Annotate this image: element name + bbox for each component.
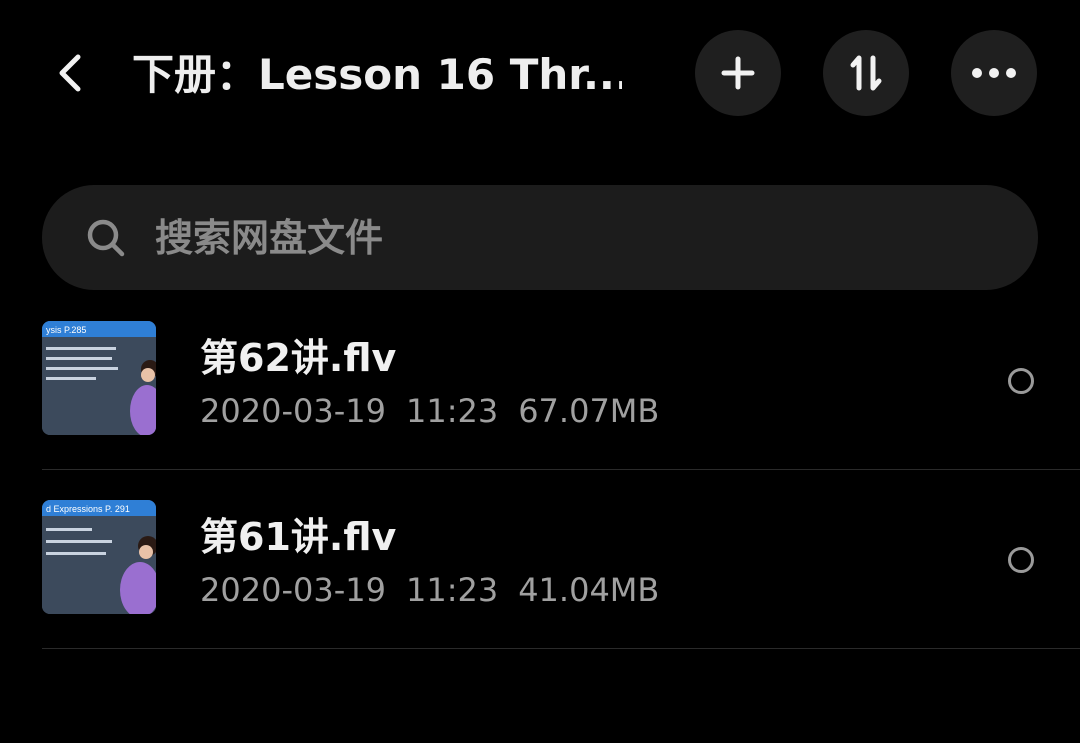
file-size: 67.07MB xyxy=(518,392,660,430)
thumb-caption: d Expressions P. 291 xyxy=(46,504,130,514)
add-button[interactable] xyxy=(695,30,781,116)
file-date: 2020-03-19 xyxy=(200,392,386,430)
file-time: 11:23 xyxy=(405,392,499,430)
file-row[interactable]: d Expressions P. 291 第61讲.flv 2020-03-19… xyxy=(0,479,1080,649)
app-header: 下册：Lesson 16 Thr... xyxy=(0,0,1080,150)
search-icon xyxy=(87,219,125,257)
chevron-left-icon xyxy=(59,54,81,92)
divider xyxy=(42,648,1080,649)
file-row[interactable]: ysis P.285 第62讲.flv 2020-03-19 11:23 67.07… xyxy=(0,300,1080,470)
sort-icon xyxy=(850,55,882,91)
file-meta: 2020-03-19 11:23 67.07MB xyxy=(200,391,679,431)
file-meta: 2020-03-19 11:23 41.04MB xyxy=(200,570,679,610)
select-radio[interactable] xyxy=(1008,547,1034,573)
video-thumbnail: ysis P.285 xyxy=(42,321,156,435)
sort-button[interactable] xyxy=(823,30,909,116)
file-name: 第61讲.flv xyxy=(200,515,397,559)
video-thumbnail: d Expressions P. 291 xyxy=(42,500,156,614)
back-button[interactable] xyxy=(48,50,94,96)
file-date: 2020-03-19 xyxy=(200,571,386,609)
file-size: 41.04MB xyxy=(518,571,660,609)
file-time: 11:23 xyxy=(405,571,499,609)
plus-icon xyxy=(721,56,755,90)
page-title: 下册：Lesson 16 Thr... xyxy=(132,50,622,99)
search-placeholder: 搜索网盘文件 xyxy=(155,216,384,260)
file-name: 第62讲.flv xyxy=(200,336,397,380)
thumb-caption: ysis P.285 xyxy=(46,325,86,335)
divider xyxy=(42,469,1080,470)
more-button[interactable] xyxy=(951,30,1037,116)
more-horizontal-icon xyxy=(972,68,1016,78)
select-radio[interactable] xyxy=(1008,368,1034,394)
